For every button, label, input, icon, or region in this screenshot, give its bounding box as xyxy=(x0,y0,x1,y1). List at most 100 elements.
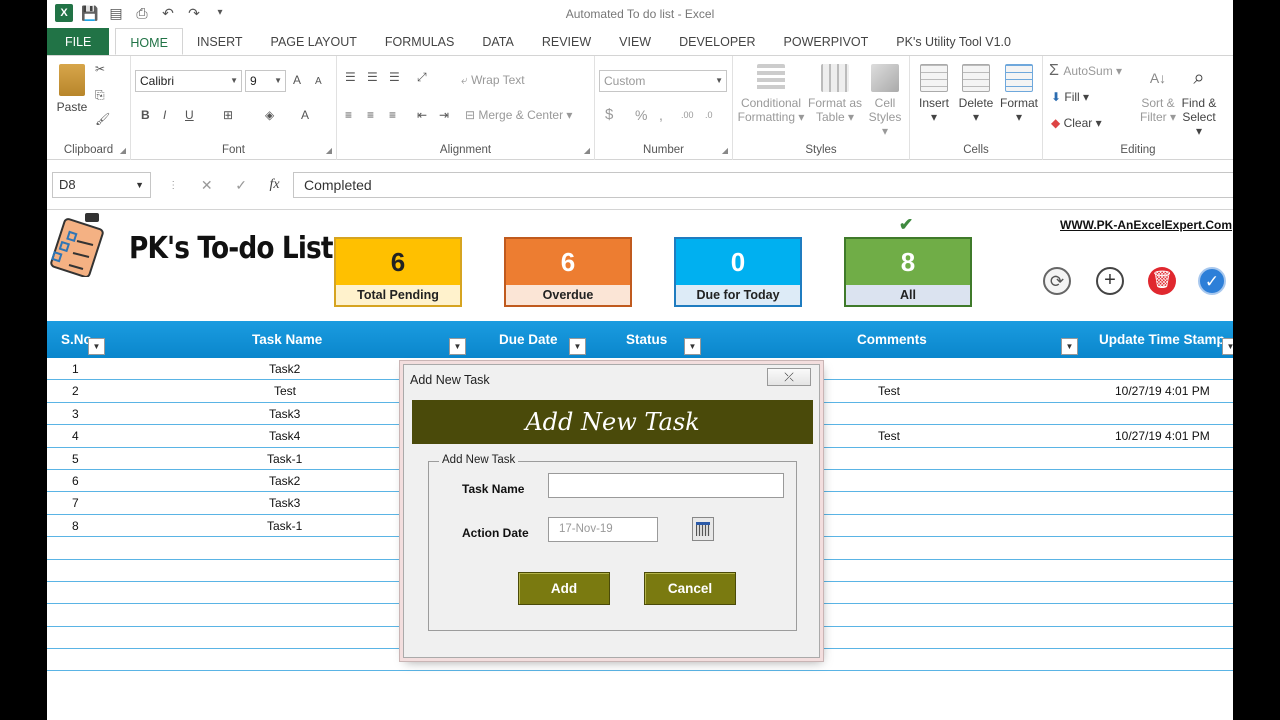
find-select-button[interactable]: ⌕ Find & Select ▾ xyxy=(1179,64,1219,138)
cut-icon[interactable]: ✂ xyxy=(95,62,105,76)
cell-sno: 4 xyxy=(72,429,79,444)
align-right-icon[interactable]: ≡ xyxy=(389,108,396,122)
delete-task-icon[interactable]: 🗑 xyxy=(1148,267,1176,295)
merge-center-button[interactable]: ⊟ Merge & Center ▾ xyxy=(465,108,572,122)
formula-input[interactable]: Completed xyxy=(293,172,1233,198)
tab-file[interactable]: FILE xyxy=(47,28,110,55)
font-color-button[interactable]: A xyxy=(301,108,309,122)
kpi-label: Overdue xyxy=(506,285,630,305)
kpi-all[interactable]: 8 All xyxy=(844,237,972,307)
chevron-down-icon: ▼ xyxy=(715,76,723,85)
close-button[interactable]: ⤫ xyxy=(767,368,811,386)
increase-indent-icon[interactable]: ⇥ xyxy=(439,108,449,122)
shrink-font-button[interactable]: A xyxy=(315,75,322,89)
format-painter-icon[interactable]: 🖌 xyxy=(95,112,110,126)
tab-powerpivot[interactable]: POWERPIVOT xyxy=(770,28,883,55)
kpi-total-pending[interactable]: 6 Total Pending xyxy=(334,237,462,307)
header-task-name: Task Name xyxy=(252,332,323,347)
editing-group: Σ AutoSum ▾ ⬇ Fill ▾ ◆ Clear ▾ A↓ Sort &… xyxy=(1043,56,1233,160)
wrap-text-button[interactable]: ⤶ Wrap Text xyxy=(461,73,525,87)
font-name-select[interactable]: Calibri ▼ xyxy=(135,70,242,92)
excel-window: X 💾 ▤ ⎙ ↶ ↷ ▾ Automated To do list - Exc… xyxy=(47,0,1233,720)
format-as-table-button[interactable]: Format as Table ▾ xyxy=(807,64,863,124)
tab-view[interactable]: VIEW xyxy=(605,28,665,55)
kpi-due-today[interactable]: 0 Due for Today xyxy=(674,237,802,307)
number-format-select[interactable]: Custom ▼ xyxy=(599,70,727,92)
kpi-label: Total Pending xyxy=(336,285,460,305)
fill-color-icon[interactable]: ◈ xyxy=(265,108,274,122)
website-link[interactable]: WWW.PK-AnExcelExpert.Com xyxy=(1060,218,1232,232)
copy-icon[interactable]: ⎘ xyxy=(95,88,105,102)
conditional-formatting-button[interactable]: Conditional Formatting ▾ xyxy=(737,64,805,124)
orientation-icon[interactable]: ⤢ xyxy=(417,70,427,84)
cancel-icon[interactable]: ✕ xyxy=(201,177,213,194)
decrease-decimal-button[interactable]: .0 xyxy=(705,108,713,122)
font-launcher-icon[interactable]: ◢ xyxy=(326,146,332,155)
cancel-button[interactable]: Cancel xyxy=(644,572,736,605)
increase-decimal-button[interactable]: .00 xyxy=(681,108,694,122)
refresh-icon[interactable]: ⟳ xyxy=(1043,267,1071,295)
add-button[interactable]: Add xyxy=(518,572,610,605)
app-title: PK's To-do List xyxy=(129,231,334,266)
styles-label: Styles xyxy=(805,144,837,156)
tab-home[interactable]: HOME xyxy=(115,28,183,55)
clear-button[interactable]: ◆ Clear ▾ xyxy=(1051,116,1102,130)
add-task-icon[interactable]: + xyxy=(1096,267,1124,295)
align-left-icon[interactable]: ≡ xyxy=(345,108,352,122)
action-date-input[interactable]: 17-Nov-19 xyxy=(548,517,658,542)
borders-icon[interactable]: ⊞ xyxy=(223,108,233,122)
decrease-indent-icon[interactable]: ⇤ xyxy=(417,108,427,122)
tab-formulas[interactable]: FORMULAS xyxy=(371,28,468,55)
bold-button[interactable]: B xyxy=(141,108,150,122)
cell-sno: 7 xyxy=(72,496,79,511)
calendar-icon[interactable] xyxy=(692,517,714,541)
tab-page-layout[interactable]: PAGE LAYOUT xyxy=(257,28,371,55)
insert-function-icon[interactable]: fx xyxy=(270,177,280,193)
insert-cells-button[interactable]: Insert ▾ xyxy=(914,64,954,124)
task-form-frame: Add New Task Task Name Action Date 17-No… xyxy=(428,454,797,631)
paste-button[interactable]: Paste xyxy=(55,64,89,114)
alignment-launcher-icon[interactable]: ◢ xyxy=(584,146,590,155)
filter-dropdown-icon[interactable]: ▼ xyxy=(1061,338,1078,355)
filter-dropdown-icon[interactable]: ▼ xyxy=(1222,338,1233,355)
currency-button[interactable]: $ xyxy=(605,107,613,122)
header-update-time-stamp: Update Time Stamp xyxy=(1099,332,1225,347)
number-launcher-icon[interactable]: ◢ xyxy=(722,146,728,155)
italic-button[interactable]: I xyxy=(163,108,166,122)
alignment-group: ☰ ☰ ☰ ⤢ ⤶ Wrap Text ≡ ≡ ≡ ⇤ ⇥ ⊟ Merge & … xyxy=(337,56,595,160)
fill-button[interactable]: ⬇ Fill ▾ xyxy=(1051,90,1089,104)
delete-cells-button[interactable]: Delete ▾ xyxy=(956,64,996,124)
align-bottom-icon[interactable]: ☰ xyxy=(389,70,400,84)
tab-insert[interactable]: INSERT xyxy=(183,28,257,55)
cell-styles-button[interactable]: Cell Styles ▾ xyxy=(865,64,905,138)
more-icon: ⋮ xyxy=(168,179,179,191)
align-middle-icon[interactable]: ☰ xyxy=(367,70,378,84)
tab-data[interactable]: DATA xyxy=(468,28,527,55)
tab-utility-tool[interactable]: PK's Utility Tool V1.0 xyxy=(882,28,1025,55)
sort-filter-button[interactable]: A↓ Sort & Filter ▾ xyxy=(1139,64,1177,124)
format-cells-button[interactable]: Format ▾ xyxy=(998,64,1040,124)
clipboard-launcher-icon[interactable]: ◢ xyxy=(120,146,126,155)
align-top-icon[interactable]: ☰ xyxy=(345,70,356,84)
comma-button[interactable]: , xyxy=(659,108,663,122)
paste-icon xyxy=(59,64,85,96)
underline-button[interactable]: U xyxy=(185,108,194,122)
complete-task-icon[interactable]: ✓ xyxy=(1198,267,1226,295)
cell-sno: 5 xyxy=(72,451,79,466)
filter-dropdown-icon[interactable]: ▼ xyxy=(88,338,105,355)
font-size-select[interactable]: 9 ▼ xyxy=(245,70,286,92)
percent-button[interactable]: % xyxy=(635,108,647,122)
autosum-button[interactable]: Σ AutoSum ▾ xyxy=(1049,63,1122,79)
filter-dropdown-icon[interactable]: ▼ xyxy=(684,338,701,355)
chevron-down-icon: ▼ xyxy=(230,76,238,85)
tab-developer[interactable]: DEVELOPER xyxy=(665,28,769,55)
enter-icon[interactable]: ✓ xyxy=(235,177,247,194)
filter-dropdown-icon[interactable]: ▼ xyxy=(449,338,466,355)
align-center-icon[interactable]: ≡ xyxy=(367,108,374,122)
kpi-overdue[interactable]: 6 Overdue xyxy=(504,237,632,307)
tab-review[interactable]: REVIEW xyxy=(528,28,605,55)
grow-font-button[interactable]: A xyxy=(293,73,301,87)
filter-dropdown-icon[interactable]: ▼ xyxy=(569,338,586,355)
task-name-input[interactable] xyxy=(548,473,784,498)
name-box[interactable]: D8 ▼ xyxy=(52,172,151,198)
